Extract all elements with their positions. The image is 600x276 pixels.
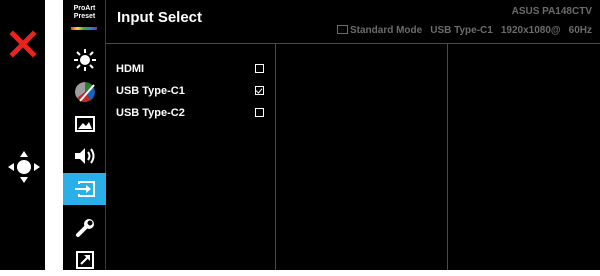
status-bar: Standard Mode USB Type-C1 1920x1080@ 60H… (336, 24, 592, 36)
mode-status: Standard Mode (336, 24, 423, 36)
checkbox[interactable] (255, 108, 264, 117)
checkbox[interactable] (255, 64, 264, 73)
option-label: USB Type-C2 (116, 107, 185, 119)
resolution-status: 1920x1080@ (500, 24, 561, 36)
sidebar-item-system-setup[interactable] (63, 212, 106, 244)
osd-content: HDMI USB Type-C1 USB Type-C2 (106, 44, 600, 270)
dpad-icon[interactable] (7, 150, 41, 184)
image-icon (74, 116, 95, 132)
input-select-icon (74, 181, 95, 197)
logo-color-bar (71, 27, 97, 30)
checkbox-checked[interactable] (255, 86, 264, 95)
option-usb-type-c2[interactable]: USB Type-C2 (116, 104, 264, 122)
sound-icon (74, 148, 94, 164)
close-icon[interactable] (7, 28, 39, 60)
shortcut-icon (75, 251, 94, 269)
sidebar-item-color[interactable] (63, 76, 106, 108)
refresh-status: 60Hz (568, 24, 592, 36)
system-setup-icon (75, 219, 94, 237)
logo-line1: ProArt (73, 5, 96, 12)
column-divider (275, 44, 276, 270)
brightness-icon (73, 49, 96, 71)
input-status: USB Type-C1 (430, 24, 493, 36)
logo-line2: Preset (73, 13, 96, 20)
sidebar-item-brightness[interactable] (63, 44, 106, 76)
option-label: USB Type-C1 (116, 85, 185, 97)
model-name: ASUS PA148CTV (511, 6, 592, 17)
remote-panel (0, 0, 45, 270)
column-divider (447, 44, 448, 270)
sidebar-item-input-select[interactable] (63, 173, 106, 205)
sidebar-item-image[interactable] (63, 108, 106, 140)
osd-header: Input Select ASUS PA148CTV Standard Mode… (106, 0, 600, 44)
monitor-icon (336, 25, 348, 34)
proart-preset-logo[interactable]: ProArt Preset (63, 0, 106, 38)
page-title: Input Select (117, 9, 203, 26)
color-icon (74, 82, 95, 102)
option-usb-type-c1[interactable]: USB Type-C1 (116, 82, 264, 100)
option-label: HDMI (116, 63, 145, 75)
mode-text: Standard Mode (349, 25, 423, 36)
osd-window: ProArt Preset Input Select ASUS PA148CTV… (63, 0, 600, 270)
sidebar-item-sound[interactable] (63, 140, 106, 172)
osd-sidebar: ProArt Preset (63, 0, 106, 270)
sidebar-item-shortcut[interactable] (63, 244, 106, 276)
option-hdmi[interactable]: HDMI (116, 60, 264, 78)
